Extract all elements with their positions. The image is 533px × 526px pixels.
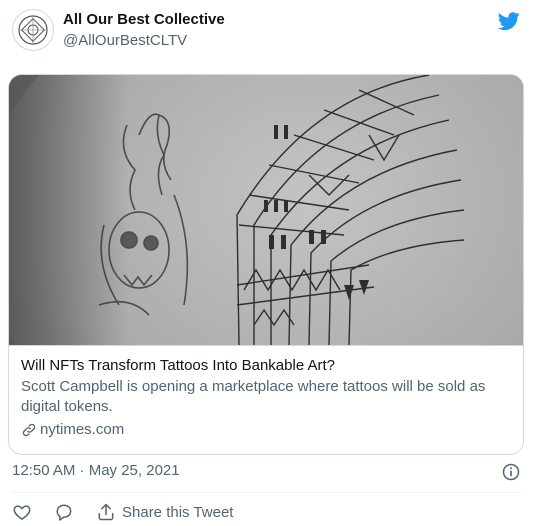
- avatar-logo: [18, 15, 48, 45]
- author-handle[interactable]: @AllOurBestCLTV: [63, 32, 187, 49]
- like-button[interactable]: [12, 502, 32, 522]
- reply-icon: [56, 504, 72, 521]
- link-card[interactable]: Will NFTs Transform Tattoos Into Bankabl…: [8, 74, 524, 455]
- share-icon: [98, 503, 114, 521]
- card-meta[interactable]: Will NFTs Transform Tattoos Into Bankabl…: [9, 345, 523, 454]
- reply-button[interactable]: [54, 502, 74, 522]
- info-icon[interactable]: [501, 462, 521, 482]
- tweet-actions: Share this Tweet: [12, 500, 255, 524]
- author-name[interactable]: All Our Best Collective: [63, 11, 225, 28]
- tweet-header: All Our Best Collective @AllOurBestCLTV: [12, 8, 521, 52]
- twitter-bird-icon[interactable]: [497, 10, 521, 32]
- card-domain-text[interactable]: nytimes.com: [40, 420, 124, 440]
- card-title[interactable]: Will NFTs Transform Tattoos Into Bankabl…: [21, 356, 511, 376]
- share-button[interactable]: Share this Tweet: [96, 502, 233, 522]
- card-description: Scott Campbell is opening a marketplace …: [21, 378, 486, 415]
- like-icon: [13, 505, 31, 520]
- card-image: [9, 75, 523, 345]
- share-label[interactable]: Share this Tweet: [122, 504, 233, 521]
- avatar[interactable]: [12, 9, 54, 51]
- link-icon: [22, 423, 36, 437]
- divider: [12, 492, 521, 493]
- card-domain[interactable]: nytimes.com: [21, 420, 511, 440]
- tweet-timestamp[interactable]: 12:50 AM · May 25, 2021: [12, 462, 180, 479]
- tattoo-photo: [9, 75, 523, 345]
